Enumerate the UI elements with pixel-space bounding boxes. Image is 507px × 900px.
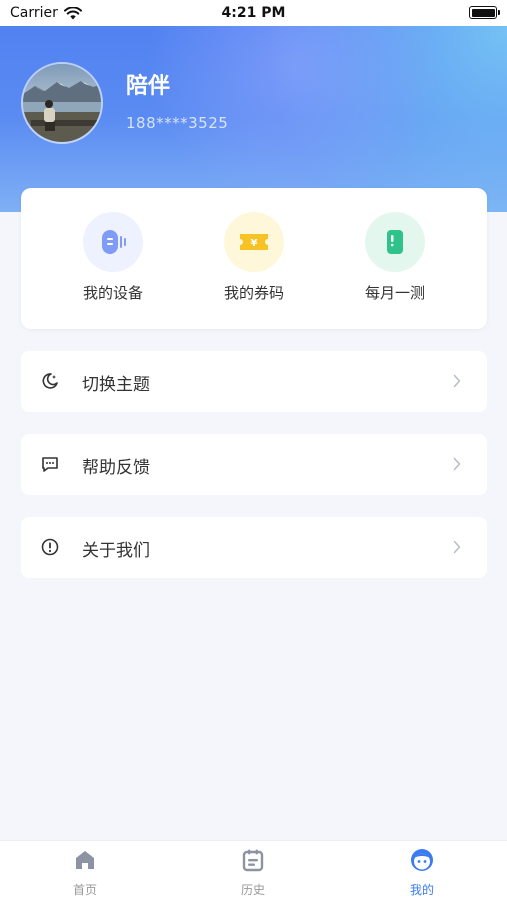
quick-action-label: 我的设备 bbox=[82, 284, 143, 302]
tab-label: 我的 bbox=[409, 883, 434, 897]
menu-item-label: 帮助反馈 bbox=[82, 458, 150, 478]
quick-actions-card: 我的设备 ¥ 我的券码 每月一测 bbox=[21, 188, 487, 329]
profile-face-icon bbox=[411, 849, 433, 871]
tab-bar: 首页 历史 我的 bbox=[0, 840, 507, 900]
tab-label: 首页 bbox=[72, 883, 97, 897]
test-icon bbox=[387, 230, 403, 254]
quick-action-monthly-test[interactable]: 每月一测 bbox=[345, 212, 445, 303]
chevron-right-icon bbox=[453, 374, 461, 388]
menu-item-switch-theme[interactable]: 切换主题 bbox=[21, 351, 487, 412]
quick-action-label: 每月一测 bbox=[364, 284, 425, 302]
avatar[interactable] bbox=[21, 62, 103, 144]
quick-action-my-devices[interactable]: 我的设备 bbox=[63, 212, 163, 303]
menu-item-label: 切换主题 bbox=[82, 375, 150, 395]
ticket-icon: ¥ bbox=[240, 234, 268, 250]
device-icon bbox=[102, 230, 126, 254]
moon-icon bbox=[42, 373, 58, 389]
quick-action-my-coupons[interactable]: ¥ 我的券码 bbox=[204, 212, 304, 303]
svg-text:¥: ¥ bbox=[251, 238, 258, 249]
status-bar: Carrier 4:21 PM bbox=[0, 0, 507, 26]
menu-item-label: 关于我们 bbox=[82, 541, 150, 561]
chevron-right-icon bbox=[453, 457, 461, 471]
tab-label: 历史 bbox=[240, 883, 265, 897]
feedback-icon bbox=[42, 457, 58, 472]
chevron-right-icon bbox=[453, 540, 461, 554]
menu-item-help-feedback[interactable]: 帮助反馈 bbox=[21, 434, 487, 495]
tab-home[interactable]: 首页 bbox=[40, 847, 130, 898]
tab-mine[interactable]: 我的 bbox=[377, 847, 467, 898]
profile-phone: 188****3525 bbox=[126, 114, 229, 132]
calendar-icon bbox=[242, 849, 264, 872]
home-icon bbox=[76, 851, 94, 869]
profile-name: 陪伴 bbox=[126, 74, 171, 99]
battery-icon bbox=[469, 6, 500, 19]
quick-action-label: 我的券码 bbox=[223, 284, 284, 302]
status-time: 4:21 PM bbox=[221, 5, 286, 21]
tab-history[interactable]: 历史 bbox=[208, 847, 298, 898]
info-icon bbox=[41, 538, 59, 556]
menu-item-about-us[interactable]: 关于我们 bbox=[21, 517, 487, 578]
